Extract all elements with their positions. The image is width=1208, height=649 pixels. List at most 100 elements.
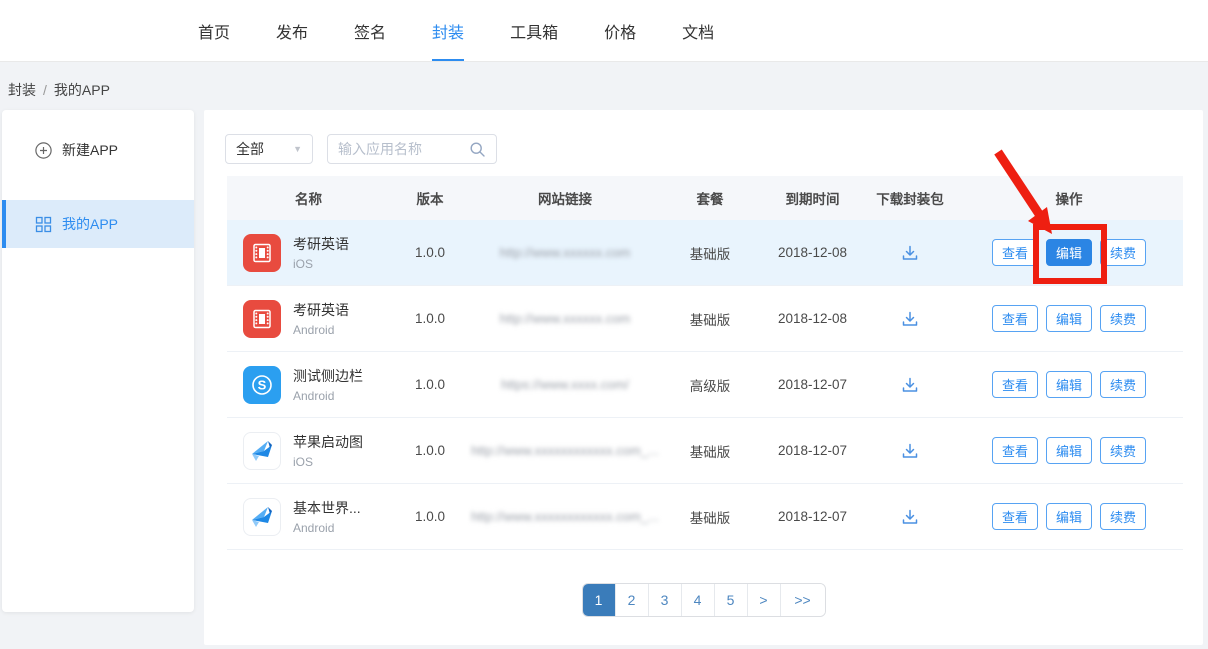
col-header-version: 版本 <box>390 188 470 208</box>
main-content: 全部 ▼ 名称 版本 网站链接 套餐 到期时间 下载封装包 操作 <box>204 110 1203 645</box>
view-button[interactable]: 查看 <box>992 239 1038 266</box>
view-button[interactable]: 查看 <box>992 305 1038 332</box>
edit-button[interactable]: 编辑 <box>1046 239 1092 266</box>
last-page-button[interactable]: >> <box>781 584 825 616</box>
search-icon[interactable] <box>469 141 486 158</box>
sidebar-item-new-app[interactable]: 新建APP <box>2 126 194 174</box>
download-icon[interactable] <box>901 508 919 526</box>
renew-button[interactable]: 续费 <box>1100 371 1146 398</box>
renew-button[interactable]: 续费 <box>1100 239 1146 266</box>
expiry-date: 2018-12-07 <box>760 509 865 524</box>
app-platform: iOS <box>293 455 363 469</box>
top-navigation: 首页 发布 签名 封装 工具箱 价格 文档 <box>0 0 1208 62</box>
expiry-date: 2018-12-07 <box>760 443 865 458</box>
nav-item-package[interactable]: 封装 <box>432 0 464 61</box>
page-button-5[interactable]: 5 <box>715 584 748 616</box>
view-button[interactable]: 查看 <box>992 371 1038 398</box>
download-icon[interactable] <box>901 376 919 394</box>
expiry-date: 2018-12-07 <box>760 377 865 392</box>
app-name: 苹果启动图 <box>293 432 363 452</box>
app-platform: Android <box>293 389 363 403</box>
nav-item-sign[interactable]: 签名 <box>354 0 386 61</box>
nav-item-publish[interactable]: 发布 <box>276 0 308 61</box>
plan-badge: 基础版 <box>660 507 760 527</box>
nav-item-docs[interactable]: 文档 <box>682 0 714 61</box>
app-table: 名称 版本 网站链接 套餐 到期时间 下载封装包 操作 考研英语 iOS 1.0.… <box>227 176 1183 550</box>
edit-button[interactable]: 编辑 <box>1046 503 1092 530</box>
app-name: 测试侧边栏 <box>293 366 363 386</box>
app-version: 1.0.0 <box>390 311 470 326</box>
sidebar-item-label: 我的APP <box>62 214 118 234</box>
table-row: 基本世界...Android 1.0.0 http://www.xxxxxxxx… <box>227 484 1183 550</box>
renew-button[interactable]: 续费 <box>1100 305 1146 332</box>
masked-link: http://www.xxxxxxxxxxxx.com_... <box>471 443 659 458</box>
expiry-date: 2018-12-08 <box>760 311 865 326</box>
masked-link: http://www.xxxxxx.com <box>500 311 631 326</box>
col-header-link: 网站链接 <box>470 188 660 208</box>
filter-row: 全部 ▼ <box>225 134 497 164</box>
chevron-down-icon: ▼ <box>293 144 302 154</box>
table-row: S 测试侧边栏 Android 1.0.0 https://www.xxxx.co… <box>227 352 1183 418</box>
search-box <box>327 134 497 164</box>
table-row: 考研英语iOS 1.0.0 http://www.xxxxxx.com 基础版 … <box>227 220 1183 286</box>
edit-button[interactable]: 编辑 <box>1046 305 1092 332</box>
grid-icon <box>34 215 52 233</box>
page-button-4[interactable]: 4 <box>682 584 715 616</box>
app-name: 考研英语 <box>293 300 349 320</box>
page-button-1[interactable]: 1 <box>583 584 616 616</box>
app-platform: iOS <box>293 257 349 271</box>
plus-circle-icon <box>34 141 52 159</box>
plan-badge: 高级版 <box>660 375 760 395</box>
app-version: 1.0.0 <box>390 443 470 458</box>
app-name: 考研英语 <box>293 234 349 254</box>
paper-bird-icon <box>243 498 281 536</box>
breadcrumb-separator: / <box>43 82 47 98</box>
renew-button[interactable]: 续费 <box>1100 503 1146 530</box>
view-button[interactable]: 查看 <box>992 437 1038 464</box>
filter-dropdown[interactable]: 全部 ▼ <box>225 134 313 164</box>
plan-badge: 基础版 <box>660 243 760 263</box>
table-row: 苹果启动图 iOS 1.0.0 http://www.xxxxxxxxxxxx.c… <box>227 418 1183 484</box>
plan-badge: 基础版 <box>660 441 760 461</box>
search-input[interactable] <box>338 141 469 157</box>
app-platform: Android <box>293 521 361 535</box>
table-header-row: 名称 版本 网站链接 套餐 到期时间 下载封装包 操作 <box>227 176 1183 220</box>
page-button-3[interactable]: 3 <box>649 584 682 616</box>
app-version: 1.0.0 <box>390 509 470 524</box>
download-icon[interactable] <box>901 244 919 262</box>
breadcrumb-section[interactable]: 封装 <box>8 82 36 98</box>
sidebar-item-label: 新建APP <box>62 140 118 160</box>
col-header-plan: 套餐 <box>660 188 760 208</box>
filter-dropdown-value: 全部 <box>236 139 264 159</box>
masked-link: https://www.xxxx.com/ <box>501 377 629 392</box>
plan-badge: 基础版 <box>660 309 760 329</box>
col-header-download: 下载封装包 <box>865 188 955 208</box>
renew-button[interactable]: 续费 <box>1100 437 1146 464</box>
download-icon[interactable] <box>901 310 919 328</box>
svg-text:S: S <box>258 377 267 392</box>
film-icon <box>243 234 281 272</box>
film-icon <box>243 300 281 338</box>
col-header-expiry: 到期时间 <box>760 188 865 208</box>
edit-button[interactable]: 编辑 <box>1046 371 1092 398</box>
app-version: 1.0.0 <box>390 245 470 260</box>
breadcrumb: 封装 / 我的APP <box>8 80 110 100</box>
col-header-name: 名称 <box>227 188 390 208</box>
app-name: 基本世界... <box>293 498 361 518</box>
page-button-2[interactable]: 2 <box>616 584 649 616</box>
table-row: 考研英语Android 1.0.0 http://www.xxxxxx.com … <box>227 286 1183 352</box>
s-logo-icon: S <box>243 366 281 404</box>
app-platform: Android <box>293 323 349 337</box>
nav-item-price[interactable]: 价格 <box>604 0 636 61</box>
app-version: 1.0.0 <box>390 377 470 392</box>
download-icon[interactable] <box>901 442 919 460</box>
nav-item-toolbox[interactable]: 工具箱 <box>510 0 558 61</box>
sidebar-item-my-app[interactable]: 我的APP <box>2 200 194 248</box>
breadcrumb-current: 我的APP <box>54 82 110 98</box>
view-button[interactable]: 查看 <box>992 503 1038 530</box>
paper-bird-icon <box>243 432 281 470</box>
next-page-button[interactable]: > <box>748 584 781 616</box>
nav-item-home[interactable]: 首页 <box>198 0 230 61</box>
pagination: 1 2 3 4 5 > >> <box>582 583 826 617</box>
edit-button[interactable]: 编辑 <box>1046 437 1092 464</box>
